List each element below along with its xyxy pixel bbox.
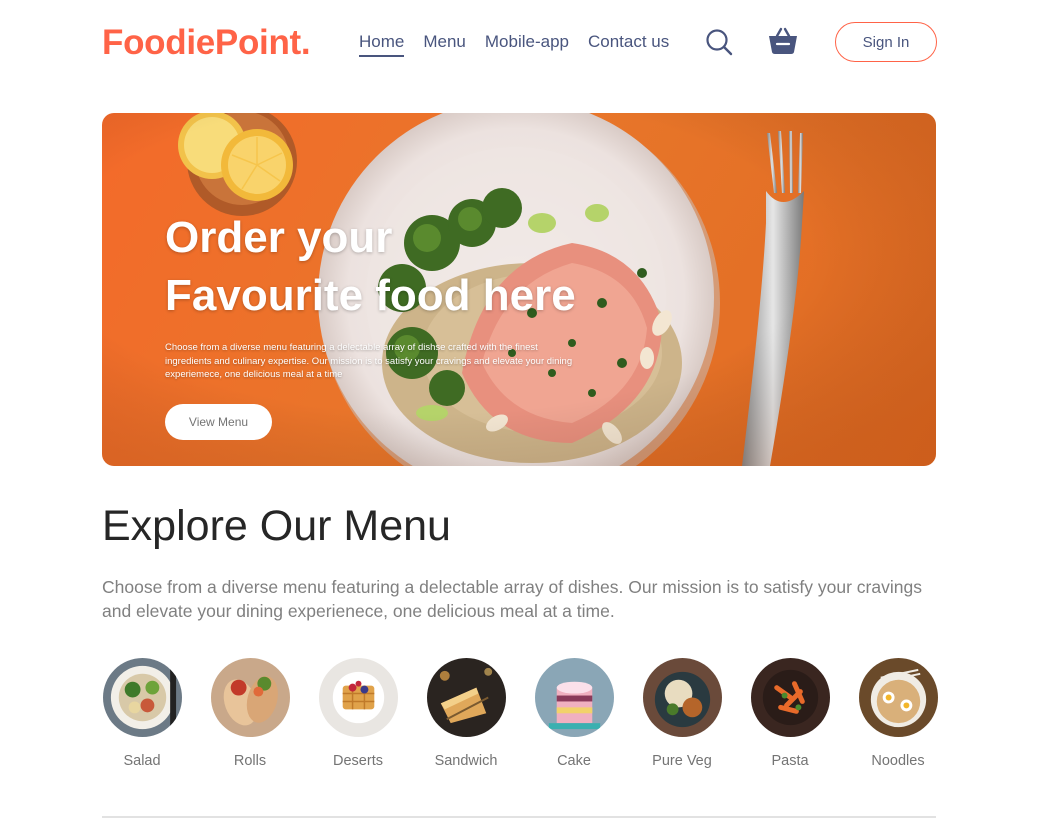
category-label: Cake — [557, 753, 591, 769]
category-label: Salad — [123, 753, 161, 769]
category-pure-veg[interactable]: Pure Veg — [642, 658, 722, 769]
category-deserts[interactable]: Deserts — [318, 658, 398, 769]
sandwich-image — [426, 658, 506, 737]
salad-image — [102, 658, 182, 737]
rolls-image — [210, 658, 290, 737]
category-label: Rolls — [233, 753, 267, 769]
category-noodles[interactable]: Noodles — [858, 658, 938, 769]
hero-description: Choose from a diverse menu featuring a d… — [165, 342, 573, 380]
search-icon[interactable] — [705, 28, 733, 56]
deserts-image — [318, 658, 398, 737]
hero-title: Order your Favourite food here — [165, 209, 595, 325]
basket-icon[interactable] — [767, 26, 799, 56]
category-label: Deserts — [333, 753, 383, 769]
category-label: Pure Veg — [652, 753, 712, 769]
navbar: FoodiePoint. Home Menu Mobile-app Contac… — [102, 20, 937, 64]
category-pasta[interactable]: Pasta — [750, 658, 830, 769]
nav-item-menu[interactable]: Menu — [423, 32, 466, 57]
hero-title-line2: Favourite food here — [165, 271, 576, 320]
nav-item-mobile-app[interactable]: Mobile-app — [485, 32, 569, 57]
section-divider — [102, 816, 936, 818]
category-label: Pasta — [771, 753, 809, 769]
noodles-image — [858, 658, 938, 737]
sign-in-button[interactable]: Sign In — [835, 22, 937, 62]
pure-veg-image — [642, 658, 722, 737]
view-menu-button[interactable]: View Menu — [165, 403, 272, 440]
category-label: Sandwich — [434, 753, 498, 769]
nav-item-home[interactable]: Home — [359, 32, 405, 57]
category-sandwich[interactable]: Sandwich — [426, 658, 506, 769]
nav-menu: Home Menu Mobile-app Contact us — [359, 32, 669, 57]
hero-banner: Order your Favourite food here Choose fr… — [102, 113, 936, 466]
hero-content: Order your Favourite food here Choose fr… — [165, 209, 595, 440]
logo[interactable]: FoodiePoint. — [102, 23, 311, 63]
cake-image — [534, 658, 614, 737]
category-salad[interactable]: Salad — [102, 658, 182, 769]
category-label: Noodles — [871, 753, 925, 769]
nav-item-contact-us[interactable]: Contact us — [588, 32, 669, 57]
menu-categories: Salad Rolls Deserts Sandwich Cake Pure V… — [102, 658, 938, 778]
explore-menu-title: Explore Our Menu — [102, 502, 451, 550]
hero-title-line1: Order your — [165, 213, 393, 262]
explore-menu-description: Choose from a diverse menu featuring a d… — [102, 577, 922, 621]
category-rolls[interactable]: Rolls — [210, 658, 290, 769]
pasta-image — [750, 658, 830, 737]
category-cake[interactable]: Cake — [534, 658, 614, 769]
